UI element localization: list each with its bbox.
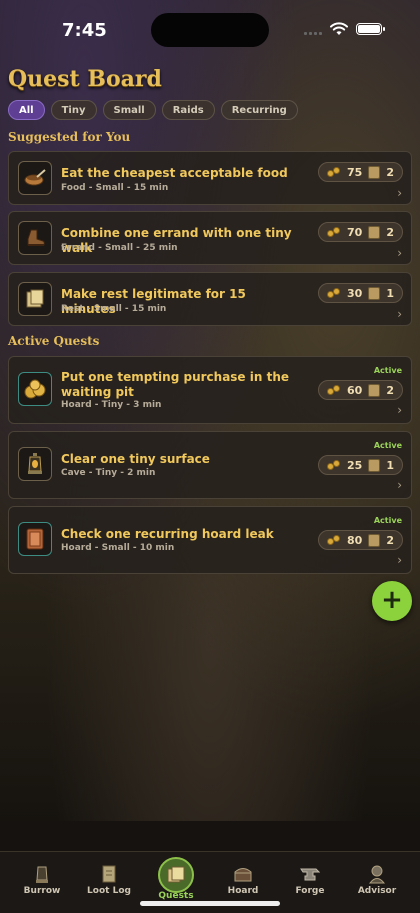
coin-icon: [327, 226, 341, 238]
scroll-map-icon: [18, 282, 52, 316]
quest-card[interactable]: Eat the cheapest acceptable food Food - …: [8, 151, 412, 205]
battery-icon: [356, 23, 385, 35]
quest-card[interactable]: Combine one errand with one tiny walk Er…: [8, 211, 412, 265]
quest-title: Eat the cheapest acceptable food: [61, 166, 288, 180]
lantern-icon: [18, 447, 52, 481]
coin-reward: 80: [347, 533, 363, 547]
filter-chip-all[interactable]: All: [8, 100, 45, 120]
reward-pill: 30 1: [318, 283, 403, 303]
coin-reward: 30: [347, 286, 363, 300]
reward-pill: 70 2: [318, 222, 403, 242]
chevron-right-icon: ›: [397, 553, 402, 567]
cellular-signal-icon: [304, 23, 322, 35]
tome-icon: [18, 522, 52, 556]
scroll-reward: 2: [386, 225, 394, 239]
tab-advisor[interactable]: Advisor: [342, 852, 412, 913]
chevron-right-icon: ›: [397, 478, 402, 492]
quest-meta: Hoard - Small - 10 min: [61, 543, 175, 553]
scroll-icon: [368, 165, 381, 179]
quest-meta: Errand - Small - 25 min: [61, 243, 178, 253]
quest-meta: Cave - Tiny - 2 min: [61, 468, 156, 478]
quest-meta: Food - Small - 15 min: [61, 183, 169, 193]
status-bar: 7:45: [0, 0, 420, 60]
active-badge: Active: [373, 516, 402, 525]
coin-pile-icon: [18, 372, 52, 406]
tab-burrow[interactable]: Burrow: [7, 852, 77, 913]
lantern-icon: [32, 864, 52, 884]
filter-chips: All Tiny Small Raids Recurring: [8, 100, 298, 120]
quest-card[interactable]: Check one recurring hoard leak Hoard - S…: [8, 506, 412, 574]
coin-reward: 60: [347, 383, 363, 397]
coin-icon: [327, 459, 341, 471]
home-indicator[interactable]: [140, 901, 280, 906]
status-time: 7:45: [62, 20, 107, 41]
scroll-icon: [368, 458, 381, 472]
dynamic-island: [151, 13, 269, 47]
coin-icon: [327, 384, 341, 396]
quest-title: Put one tempting purchase in the waiting…: [61, 370, 289, 399]
coin-icon: [327, 287, 341, 299]
chevron-right-icon: ›: [397, 246, 402, 260]
scroll-reward: 1: [386, 286, 394, 300]
tab-loot-log[interactable]: Loot Log: [74, 852, 144, 913]
anvil-icon: [300, 864, 320, 884]
reward-pill: 25 1: [318, 455, 403, 475]
chevron-right-icon: ›: [397, 186, 402, 200]
quest-card[interactable]: Put one tempting purchase in the waiting…: [8, 356, 412, 424]
tab-label: Advisor: [357, 886, 397, 896]
boot-icon: [18, 221, 52, 255]
scroll-icon: [368, 383, 381, 397]
tab-label: Quests: [158, 891, 194, 901]
food-bowl-icon: [18, 161, 52, 195]
chevron-right-icon: ›: [397, 403, 402, 417]
scroll-reward: 1: [386, 458, 394, 472]
scroll-reward: 2: [386, 165, 394, 179]
filter-chip-raids[interactable]: Raids: [161, 100, 215, 120]
tab-forge[interactable]: Forge: [275, 852, 345, 913]
active-section-title: Active Quests: [8, 334, 100, 348]
filter-chip-tiny[interactable]: Tiny: [50, 100, 97, 120]
filter-chip-small[interactable]: Small: [102, 100, 156, 120]
chest-icon: [233, 864, 253, 884]
scroll-reward: 2: [386, 383, 394, 397]
tab-label: Burrow: [23, 886, 61, 896]
active-badge: Active: [373, 441, 402, 450]
tab-label: Hoard: [227, 886, 259, 896]
page-title: Quest Board: [8, 66, 162, 92]
quest-map-icon: [158, 857, 194, 893]
scroll-reward: 2: [386, 533, 394, 547]
coin-icon: [327, 166, 341, 178]
scroll-icon: [368, 286, 381, 300]
scroll-icon: [368, 225, 381, 239]
active-badge: Active: [373, 366, 402, 375]
suggested-section-title: Suggested for You: [8, 130, 131, 144]
reward-pill: 75 2: [318, 162, 403, 182]
quest-meta: Hoard - Tiny - 3 min: [61, 400, 162, 410]
quest-card[interactable]: Make rest legitimate for 15 minutes Rest…: [8, 272, 412, 326]
quest-title: Clear one tiny surface: [61, 452, 210, 466]
reward-pill: 60 2: [318, 380, 403, 400]
tab-label: Loot Log: [87, 886, 131, 896]
wifi-icon: [330, 22, 348, 35]
quest-title: Check one recurring hoard leak: [61, 527, 274, 541]
add-quest-button[interactable]: +: [372, 581, 412, 621]
status-icons: [304, 22, 385, 36]
plus-icon: +: [381, 585, 403, 615]
tab-label: Forge: [295, 886, 325, 896]
reward-pill: 80 2: [318, 530, 403, 550]
chevron-right-icon: ›: [397, 307, 402, 321]
coin-reward: 25: [347, 458, 363, 472]
scroll-icon: [368, 533, 381, 547]
quest-meta: Rest - Small - 15 min: [61, 304, 167, 314]
filter-chip-recurring[interactable]: Recurring: [220, 100, 298, 120]
scroll-icon: [99, 864, 119, 884]
coin-reward: 75: [347, 165, 363, 179]
goblin-advisor-icon: [367, 864, 387, 884]
background-scene-edge: [0, 821, 420, 851]
quest-card[interactable]: Clear one tiny surface Cave - Tiny - 2 m…: [8, 431, 412, 499]
coin-icon: [327, 534, 341, 546]
coin-reward: 70: [347, 225, 363, 239]
